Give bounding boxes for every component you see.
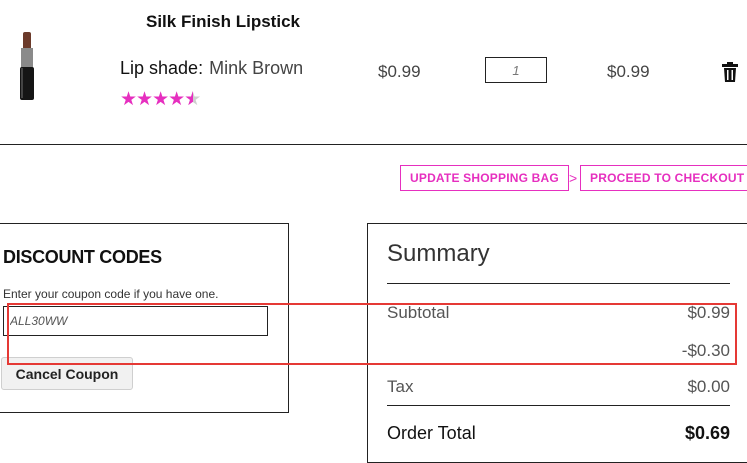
tax-value: $0.00	[687, 377, 730, 396]
discount-help-text: Enter your coupon code if you have one.	[3, 287, 219, 301]
update-shopping-bag-button[interactable]: UPDATE SHOPPING BAG >	[400, 165, 577, 191]
order-total-value: $0.69	[684, 423, 730, 443]
divider	[387, 405, 730, 406]
shade-label: Lip shade:	[120, 58, 204, 78]
row-total: $0.99	[607, 62, 650, 81]
discount-title: DISCOUNT CODES	[3, 247, 162, 267]
shade-value: Mink Brown	[209, 58, 304, 78]
proceed-to-checkout-button[interactable]: PROCEED TO CHECKOUT>	[580, 165, 747, 191]
star-icon: ★	[152, 89, 169, 110]
divider	[0, 144, 747, 145]
tax-label: Tax	[387, 377, 414, 396]
unit-price: $0.99	[378, 62, 421, 81]
star-icon: ★	[136, 89, 153, 110]
quantity-input[interactable]	[485, 57, 547, 83]
summary-title: Summary	[387, 240, 490, 267]
star-icon: ★	[120, 89, 137, 110]
half-star-icon: ★	[184, 90, 201, 111]
highlight-box	[7, 303, 737, 365]
star-icon: ★	[168, 89, 185, 110]
order-total-label: Order Total	[387, 423, 476, 443]
rating-stars: ★★★★★	[120, 89, 201, 111]
trash-icon[interactable]	[722, 62, 738, 82]
shade-row: Lip shade: Mink Brown	[120, 58, 303, 79]
chevron-right-icon: >	[568, 170, 578, 186]
product-name[interactable]: Silk Finish Lipstick	[146, 12, 300, 32]
checkout-label: PROCEED TO CHECKOUT	[590, 171, 745, 185]
divider	[387, 283, 730, 284]
update-label: UPDATE SHOPPING BAG	[410, 171, 559, 185]
product-thumbnail[interactable]	[12, 30, 42, 102]
